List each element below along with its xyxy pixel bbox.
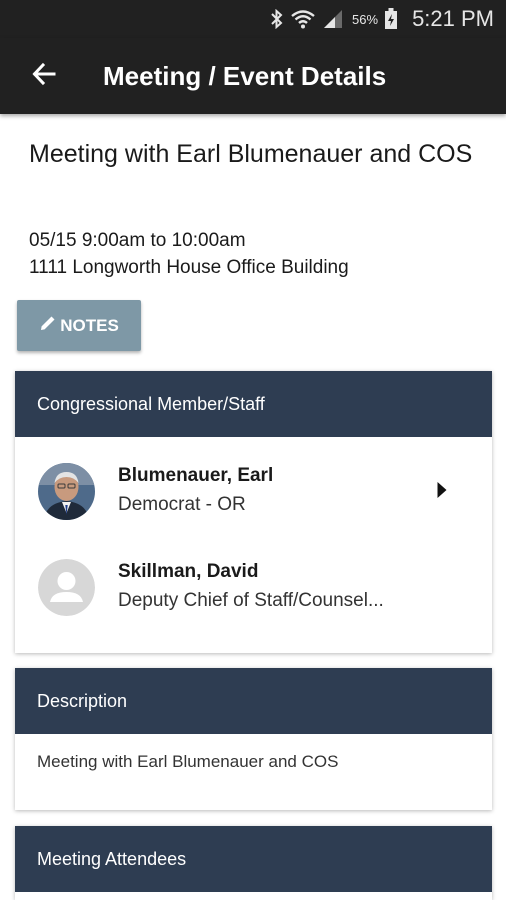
meeting-title: Meeting with Earl Blumenauer and COS — [29, 140, 473, 168]
status-icons: 56% 5:21 PM — [270, 0, 494, 38]
description-card: Description Meeting with Earl Blumenauer… — [15, 668, 492, 810]
app-bar: Meeting / Event Details — [0, 38, 506, 114]
back-button[interactable] — [22, 56, 66, 96]
meeting-location: 1111 Longworth House Office Building — [29, 257, 349, 278]
bluetooth-icon — [270, 9, 284, 29]
arrow-left-icon — [32, 62, 56, 91]
avatar — [38, 559, 95, 616]
person-placeholder-icon — [38, 559, 95, 616]
chevron-right-icon — [436, 481, 448, 504]
description-text: Meeting with Earl Blumenauer and COS — [37, 752, 339, 771]
member-subtitle: Deputy Chief of Staff/Counsel... — [118, 590, 384, 611]
status-bar: 56% 5:21 PM — [0, 0, 506, 38]
description-card-header: Description — [15, 668, 492, 734]
pencil-icon — [39, 314, 57, 337]
page-title: Meeting / Event Details — [103, 61, 387, 91]
notes-button[interactable]: NOTES — [17, 300, 141, 351]
member-subtitle: Democrat - OR — [118, 494, 246, 515]
notes-button-label: NOTES — [60, 315, 119, 335]
member-row[interactable]: Blumenauer, Earl Democrat - OR — [15, 451, 492, 531]
member-name: Skillman, David — [118, 561, 259, 582]
attendees-card: Meeting Attendees — [15, 826, 492, 900]
attendees-card-header: Meeting Attendees — [15, 826, 492, 892]
battery-charging-icon — [384, 8, 398, 30]
battery-percent: 56% — [352, 11, 379, 27]
wifi-icon — [290, 8, 316, 30]
member-row[interactable]: Skillman, David Deputy Chief of Staff/Co… — [15, 547, 492, 627]
member-name: Blumenauer, Earl — [118, 465, 274, 486]
status-clock: 5:21 PM — [412, 6, 494, 31]
avatar — [38, 463, 95, 520]
members-card: Congressional Member/Staff Blumenauer, E… — [15, 371, 492, 653]
members-card-header: Congressional Member/Staff — [15, 371, 492, 437]
meeting-time: 05/15 9:00am to 10:00am — [29, 230, 246, 251]
cell-signal-icon — [322, 9, 344, 29]
member-photo — [38, 463, 95, 520]
